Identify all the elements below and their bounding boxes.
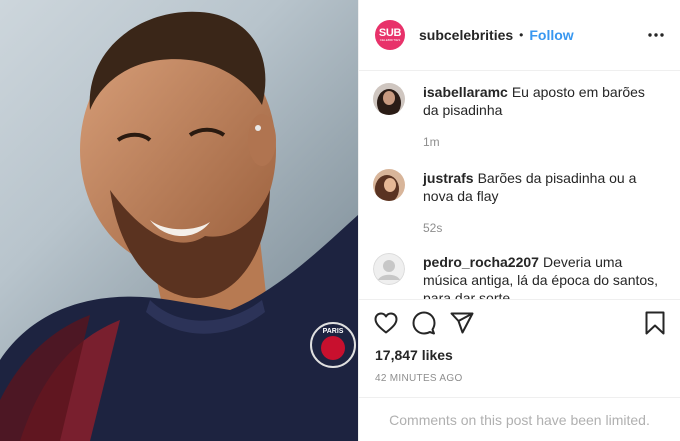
comments-limited-notice: Comments on this post have been limited. <box>359 397 680 441</box>
follow-button[interactable]: Follow <box>529 27 573 43</box>
comment-username[interactable]: isabellaramc <box>423 84 508 100</box>
comment-username[interactable]: pedro_rocha2207 <box>423 254 539 270</box>
comment-icon[interactable] <box>411 310 437 336</box>
bookmark-icon[interactable] <box>642 310 668 336</box>
comment-text: isabellaramc Eu aposto em barões da pisad… <box>423 83 664 119</box>
comment-timestamp[interactable]: 52s <box>423 221 664 235</box>
comment-item: isabellaramc Eu aposto em barões da pisad… <box>373 83 664 169</box>
comment-username[interactable]: justrafs <box>423 170 474 186</box>
comment-item: justrafs Barões da pisadinha ou a nova da… <box>373 169 664 253</box>
comment-item: pedro_rocha2207 Deveria uma música antiga… <box>373 253 664 299</box>
likes-count[interactable]: 17,847 likes <box>359 345 680 369</box>
heart-icon[interactable] <box>373 310 399 336</box>
post-header: SUB CELEBRITIES subcelebrities • Follow <box>359 0 680 71</box>
more-options-icon[interactable] <box>646 25 666 45</box>
separator-dot: • <box>519 28 524 42</box>
instagram-post: PARIS SUB CELEBRITIES subcelebrities • F… <box>0 0 680 441</box>
logo-text: SUB <box>378 27 402 39</box>
post-photo[interactable]: PARIS <box>0 0 358 441</box>
comment-timestamp[interactable]: 1m <box>423 135 664 149</box>
post-sidebar: SUB CELEBRITIES subcelebrities • Follow … <box>358 0 680 441</box>
post-timestamp[interactable]: 42 MINUTES AGO <box>359 369 680 397</box>
commenter-avatar[interactable] <box>373 169 405 201</box>
commenter-avatar[interactable] <box>373 253 405 285</box>
comments-list: isabellaramc Eu aposto em barões da pisad… <box>359 71 680 299</box>
share-icon[interactable] <box>449 310 475 336</box>
account-username[interactable]: subcelebrities <box>419 27 513 43</box>
comment-text: justrafs Barões da pisadinha ou a nova da… <box>423 169 664 205</box>
commenter-avatar[interactable] <box>373 83 405 115</box>
account-avatar[interactable]: SUB CELEBRITIES <box>375 20 405 50</box>
comment-text: pedro_rocha2207 Deveria uma música antiga… <box>423 253 664 299</box>
logo-subtext: CELEBRITIES <box>379 38 401 42</box>
jersey-badge-text: PARIS <box>323 328 344 335</box>
action-bar <box>359 299 680 345</box>
photo-illustration: PARIS <box>0 11 358 441</box>
